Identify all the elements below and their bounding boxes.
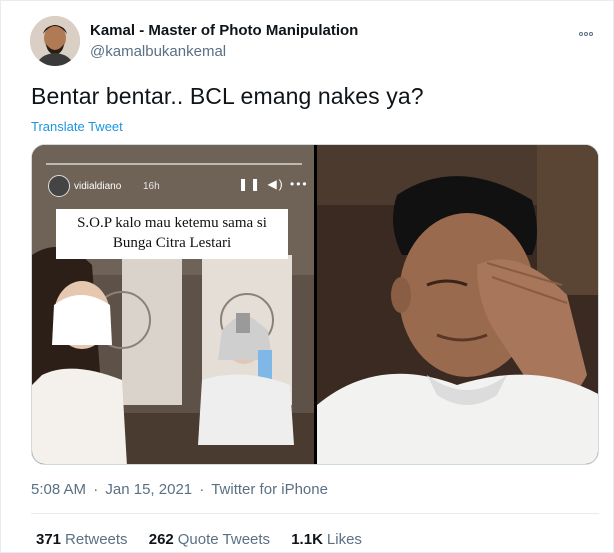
translate-tweet-link[interactable]: Translate Tweet bbox=[31, 119, 123, 134]
caption-line-2: Bunga Citra Lestari bbox=[112, 235, 232, 251]
tweet-date[interactable]: Jan 15, 2021 bbox=[105, 481, 192, 498]
story-caption: S.O.P kalo mau ketemu sama si Bunga Citr… bbox=[56, 209, 288, 259]
story-username: vidialdiano bbox=[74, 181, 122, 192]
story-screenshot-image[interactable]: vidialdiano 16h ❚❚ ◀) ••• S.O.P kalo mau… bbox=[32, 145, 314, 464]
caption-line-1: S.O.P kalo mau ketemu sama si bbox=[77, 215, 267, 231]
tweet-meta: 5:08 AM · Jan 15, 2021 · Twitter for iPh… bbox=[31, 481, 331, 498]
tweet-text: Bentar bentar.. BCL emang nakes ya? bbox=[31, 83, 424, 109]
story-avatar bbox=[48, 175, 70, 197]
retweets-stat[interactable]: 371 Retweets bbox=[36, 531, 128, 548]
tweet-card: Kamal - Master of Photo Manipulation @ka… bbox=[0, 0, 614, 553]
author-name[interactable]: Kamal - Master of Photo Manipulation bbox=[90, 22, 358, 39]
meta-separator: · bbox=[199, 481, 205, 498]
quote-tweets-label: Quote Tweets bbox=[177, 531, 271, 548]
meta-separator: · bbox=[93, 481, 99, 498]
story-progress-bar bbox=[46, 163, 302, 165]
user-avatar[interactable] bbox=[30, 16, 80, 66]
divider bbox=[31, 513, 599, 514]
likes-count: 1.1K bbox=[291, 531, 323, 548]
quote-tweets-stat[interactable]: 262 Quote Tweets bbox=[149, 531, 270, 548]
man-portrait-image[interactable] bbox=[317, 145, 598, 464]
tweet-stats: 371 Retweets 262 Quote Tweets 1.1K Likes bbox=[36, 531, 379, 548]
retweets-label: Retweets bbox=[65, 531, 128, 548]
story-controls: ❚❚ ◀) ••• bbox=[238, 177, 309, 191]
quote-tweets-count: 262 bbox=[148, 531, 174, 548]
story-time: 16h bbox=[143, 181, 160, 192]
likes-stat[interactable]: 1.1K Likes bbox=[291, 531, 362, 548]
tweet-client-link[interactable]: Twitter for iPhone bbox=[211, 481, 328, 498]
more-options-icon[interactable] bbox=[579, 23, 597, 36]
author-handle[interactable]: @kamalbukankemal bbox=[90, 43, 226, 60]
retweets-count: 371 bbox=[36, 531, 62, 548]
likes-label: Likes bbox=[326, 531, 362, 548]
tweet-time[interactable]: 5:08 AM bbox=[31, 481, 86, 498]
tweet-media[interactable]: vidialdiano 16h ❚❚ ◀) ••• S.O.P kalo mau… bbox=[31, 144, 599, 465]
